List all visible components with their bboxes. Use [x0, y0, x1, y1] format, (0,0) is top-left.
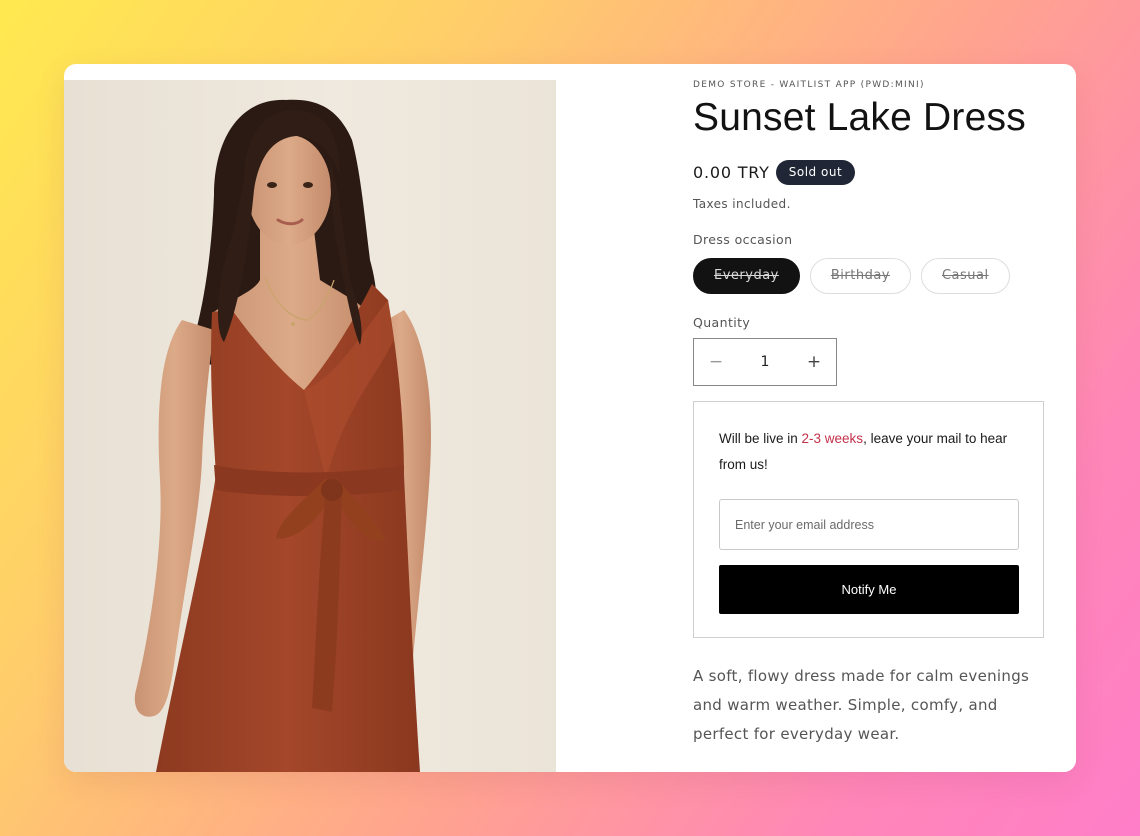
variant-label: Dress occasion — [693, 232, 793, 247]
vendor-label: DEMO STORE - WAITLIST APP (PWD:MINI) — [693, 80, 925, 90]
quantity-label: Quantity — [693, 315, 751, 330]
product-description: A soft, flowy dress made for calm evenin… — [693, 667, 1030, 743]
tax-note: Taxes included. — [693, 197, 791, 211]
product-title: Sunset Lake Dress — [693, 96, 1026, 139]
option-casual[interactable]: Casual — [920, 258, 1010, 294]
waitlist-panel: Will be live in 2-3 weeks, leave your ma… — [693, 401, 1044, 638]
plus-icon: + — [806, 352, 822, 372]
waitlist-message-start: Will be live in — [719, 431, 802, 446]
product-image[interactable] — [64, 80, 556, 772]
waitlist-message: Will be live in 2-3 weeks, leave your ma… — [719, 426, 1019, 478]
notify-me-button[interactable]: Notify Me — [719, 565, 1019, 614]
quantity-stepper: − 1 + — [693, 338, 837, 386]
product-price: 0.00 TRY — [693, 163, 770, 182]
quantity-value[interactable]: 1 — [738, 354, 792, 370]
minus-icon: − — [708, 352, 724, 372]
waitlist-timeframe: 2-3 weeks — [801, 431, 864, 446]
product-photo — [64, 80, 556, 772]
price-row: 0.00 TRY Sold out — [693, 160, 856, 185]
option-birthday[interactable]: Birthday — [809, 258, 911, 294]
quantity-increase-button[interactable]: + — [792, 339, 836, 385]
email-field[interactable] — [719, 499, 1019, 550]
option-everyday[interactable]: Everyday — [693, 258, 800, 294]
product-card: DEMO STORE - WAITLIST APP (PWD:MINI) Sun… — [64, 64, 1076, 772]
quantity-decrease-button[interactable]: − — [694, 339, 738, 385]
variant-options: Everyday Birthday Casual — [693, 258, 1020, 294]
sold-out-badge: Sold out — [775, 160, 856, 185]
